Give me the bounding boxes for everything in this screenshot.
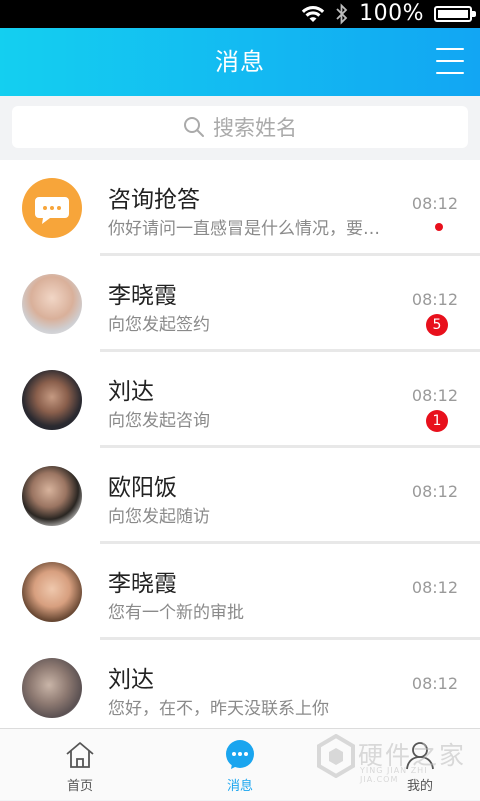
tab-mine[interactable]: 我的 [340, 729, 480, 801]
avatar [22, 370, 82, 430]
message-preview: 向您发起随访 [108, 507, 210, 527]
contact-name: 刘达 [108, 667, 154, 693]
unread-badge: 5 [426, 314, 448, 336]
message-preview: 你好请问一直感冒是什么情况，要… [108, 219, 380, 239]
tab-home[interactable]: 首页 [0, 729, 160, 801]
search-icon [184, 117, 204, 137]
message-time: 08:12 [411, 578, 458, 597]
consult-avatar [22, 178, 82, 238]
chat-bubble-icon [35, 197, 69, 224]
message-time: 08:12 [411, 194, 458, 213]
page-title: 消息 [215, 48, 265, 76]
unread-dot [435, 223, 443, 231]
contact-name: 咨询抢答 [108, 187, 200, 213]
battery-icon [434, 6, 476, 22]
conversation-item[interactable]: 刘达 向您发起咨询 08:12 1 [0, 352, 480, 448]
avatar [22, 466, 82, 526]
avatar [22, 562, 82, 622]
message-preview: 向您发起咨询 [108, 411, 210, 431]
unread-badge: 1 [426, 410, 448, 432]
bottom-tab-bar: 首页 消息 我的 [0, 728, 480, 800]
status-bar: 100% [0, 0, 480, 28]
user-icon [406, 742, 434, 770]
message-time: 08:12 [411, 674, 458, 693]
chat-bubble-icon [226, 740, 254, 769]
home-icon [66, 742, 94, 768]
conversation-list: 咨询抢答 你好请问一直感冒是什么情况，要… 08:12 李晓霞 向您发起签约 0… [0, 160, 480, 728]
conversation-item[interactable]: 刘达 您好，在不，昨天没联系上你 08:12 [0, 640, 480, 728]
menu-icon[interactable] [436, 48, 464, 74]
message-time: 08:12 [411, 482, 458, 501]
search-area: 搜索姓名 [0, 96, 480, 160]
status-indicators: 100% [301, 0, 476, 28]
wifi-icon [301, 6, 325, 22]
header-bar: 消息 [0, 28, 480, 96]
contact-name: 欧阳饭 [108, 475, 177, 501]
message-preview: 向您发起签约 [108, 315, 210, 335]
message-preview: 您好，在不，昨天没联系上你 [108, 699, 329, 719]
contact-name: 刘达 [108, 379, 154, 405]
message-time: 08:12 [411, 290, 458, 309]
conversation-item[interactable]: 李晓霞 您有一个新的审批 08:12 [0, 544, 480, 640]
avatar [22, 658, 82, 718]
conversation-item[interactable]: 李晓霞 向您发起签约 08:12 5 [0, 256, 480, 352]
conversation-item[interactable]: 欧阳饭 向您发起随访 08:12 [0, 448, 480, 544]
tab-label: 首页 [66, 779, 93, 794]
contact-name: 李晓霞 [108, 571, 177, 597]
message-time: 08:12 [411, 386, 458, 405]
contact-name: 李晓霞 [108, 283, 177, 309]
tab-messages[interactable]: 消息 [160, 729, 320, 801]
battery-percentage: 100% [359, 1, 424, 26]
tab-label: 我的 [406, 779, 433, 794]
bluetooth-icon [336, 3, 348, 25]
avatar [22, 274, 82, 334]
search-input[interactable]: 搜索姓名 [12, 106, 468, 148]
search-placeholder: 搜索姓名 [213, 116, 297, 140]
conversation-item[interactable]: 咨询抢答 你好请问一直感冒是什么情况，要… 08:12 [0, 160, 480, 256]
tab-label: 消息 [226, 779, 253, 794]
message-preview: 您有一个新的审批 [108, 603, 244, 623]
